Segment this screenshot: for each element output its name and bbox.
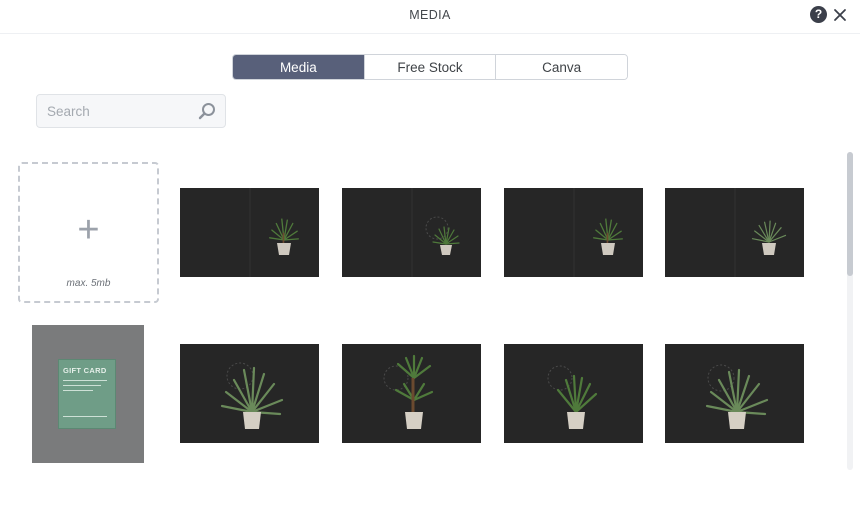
dialog-header: MEDIA ?: [0, 0, 860, 34]
card-title: GIFT CARD: [63, 366, 107, 375]
search-input[interactable]: [47, 95, 195, 127]
media-thumbnail[interactable]: [504, 188, 643, 277]
plant-image: [504, 344, 643, 443]
media-thumbnail[interactable]: [665, 344, 804, 443]
plant-image: [180, 344, 319, 443]
media-thumbnail[interactable]: [342, 188, 481, 277]
plant-image: [342, 188, 481, 277]
search-icon[interactable]: [196, 100, 218, 122]
plant-image: [665, 344, 804, 443]
design-card-thumbnail[interactable]: GIFT CARD: [32, 325, 144, 463]
plant-image: [665, 188, 804, 277]
upload-size-hint: max. 5mb: [66, 278, 111, 289]
plant-image: [504, 188, 643, 277]
upload-dropzone[interactable]: + max. 5mb: [18, 162, 159, 303]
media-scrollbar[interactable]: [847, 152, 853, 470]
media-thumbnail[interactable]: [180, 188, 319, 277]
dialog-title: MEDIA: [409, 8, 451, 22]
media-thumbnail[interactable]: [180, 344, 319, 443]
plant-image: [180, 188, 319, 277]
card-text-line: [63, 385, 101, 386]
card-text-line: [63, 390, 93, 391]
media-thumbnail[interactable]: [665, 188, 804, 277]
media-thumbnail[interactable]: [342, 344, 481, 443]
plus-icon: +: [77, 209, 100, 251]
plant-image: [342, 344, 481, 443]
close-icon[interactable]: [832, 7, 848, 23]
media-dialog: MEDIA ? Media Free Stock Canva + max. 5m…: [0, 0, 860, 516]
media-thumbnail[interactable]: [504, 344, 643, 443]
tab-canva[interactable]: Canva: [495, 55, 627, 79]
gift-card-image: GIFT CARD: [58, 359, 116, 429]
card-text-line: [63, 416, 107, 417]
source-tabs: Media Free Stock Canva: [232, 54, 628, 80]
card-text-line: [63, 380, 107, 381]
tab-media[interactable]: Media: [233, 55, 364, 79]
tab-free-stock[interactable]: Free Stock: [363, 55, 496, 79]
scrollbar-thumb[interactable]: [847, 152, 853, 276]
question-circle-icon[interactable]: ?: [810, 6, 827, 23]
